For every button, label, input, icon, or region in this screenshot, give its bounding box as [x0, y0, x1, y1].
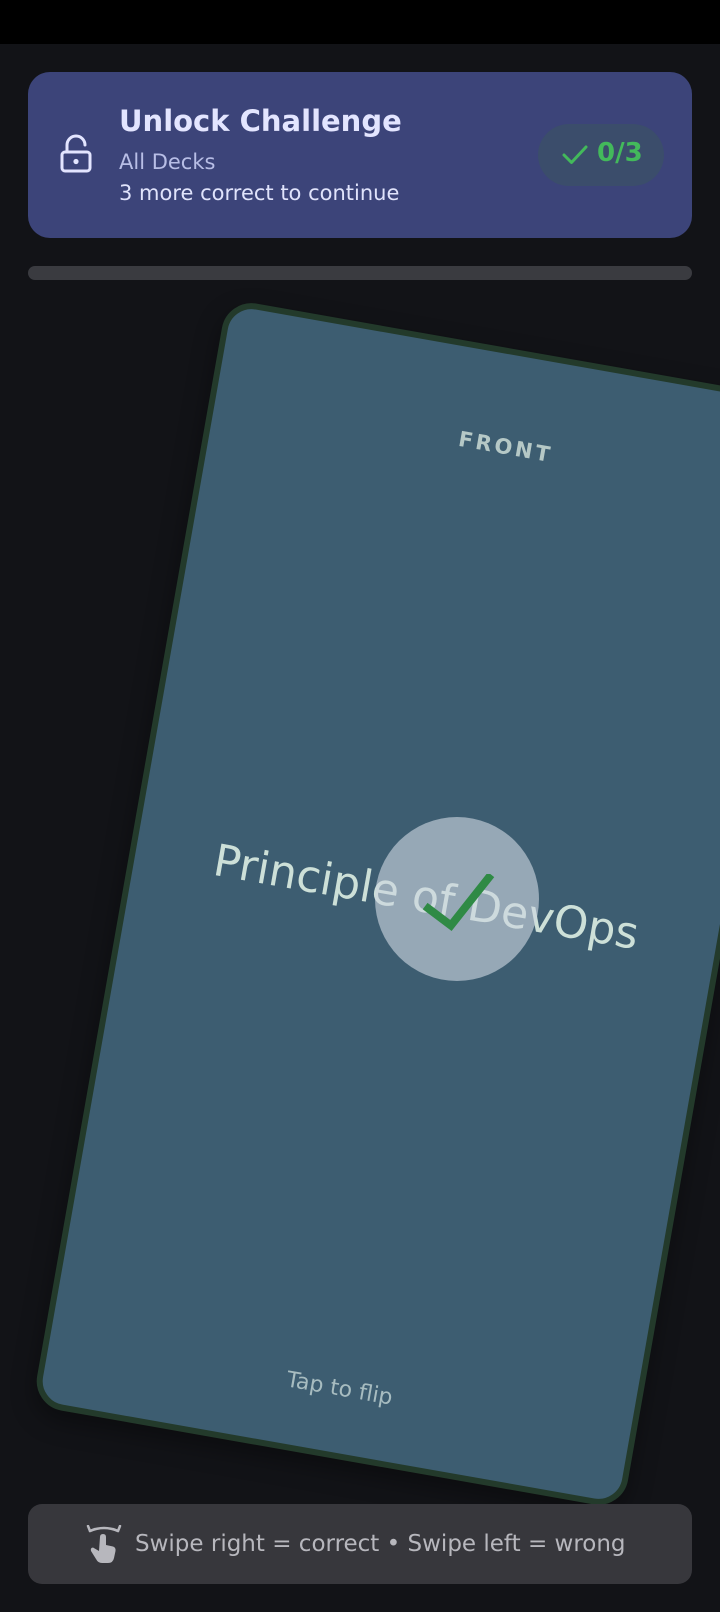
score-count: 0/3 [597, 138, 643, 168]
challenge-deck-name: All Decks [119, 150, 216, 174]
progress-bar [28, 266, 692, 280]
challenge-remaining-text: 3 more correct to continue [119, 181, 400, 205]
check-icon [562, 145, 588, 164]
card-side-label: FRONT [456, 426, 555, 468]
status-bar [0, 0, 720, 44]
screen: Unlock Challenge All Decks 3 more correc… [0, 0, 720, 1612]
lock-open-icon [60, 134, 92, 173]
swipe-gesture-icon [86, 1525, 122, 1563]
swipe-instructions-text: Swipe right = correct • Swipe left = wro… [135, 1531, 626, 1557]
check-icon [422, 874, 495, 932]
challenge-title: Unlock Challenge [119, 104, 402, 138]
tap-to-flip-hint: Tap to flip [284, 1367, 395, 1411]
